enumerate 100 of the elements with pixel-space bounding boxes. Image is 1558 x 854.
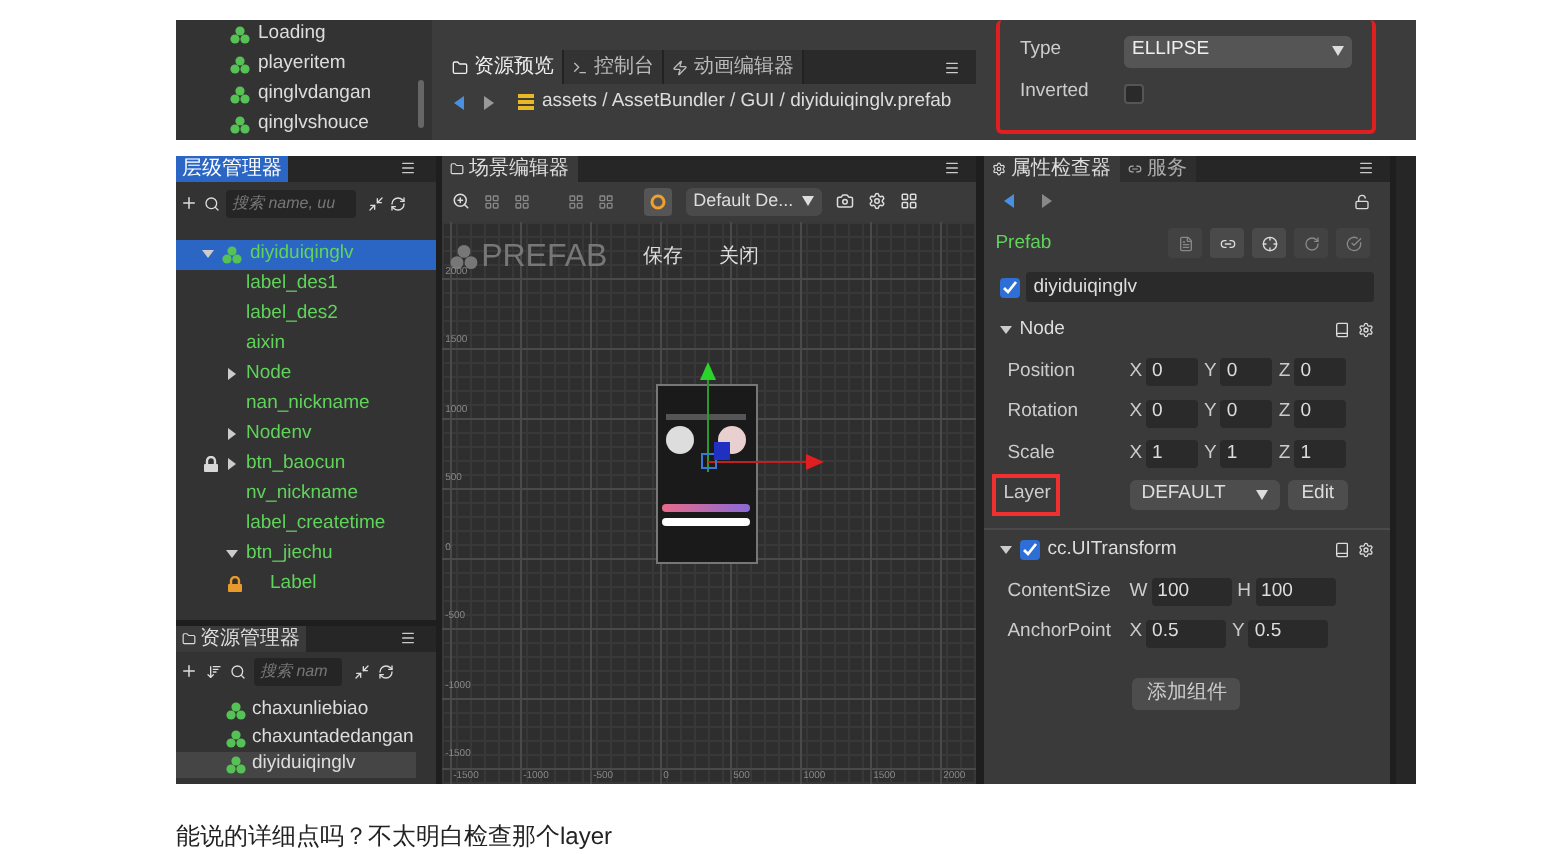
tree-item[interactable]: nan_nickname <box>176 389 436 420</box>
number-field[interactable]: 0 <box>1220 399 1273 428</box>
tree-item[interactable]: Nodenv <box>176 419 436 450</box>
menu-icon[interactable] <box>943 160 960 177</box>
asset-item[interactable]: chaxuntadedangan <box>176 724 416 752</box>
forward-arrow-icon[interactable] <box>1041 194 1052 209</box>
number-field[interactable]: 0.5 <box>1146 619 1227 648</box>
tree-item[interactable]: Node <box>176 359 436 390</box>
number-field[interactable]: 1 <box>1294 440 1347 469</box>
settings-icon[interactable] <box>1358 322 1375 339</box>
tree-item[interactable]: aixin <box>176 329 436 360</box>
number-field[interactable]: 100 <box>1151 578 1232 607</box>
number-field[interactable]: 0 <box>1294 358 1347 387</box>
number-field[interactable]: 0 <box>1146 358 1199 387</box>
add-component-button[interactable]: 添加组件 <box>1132 677 1241 710</box>
settings-icon[interactable] <box>867 192 886 211</box>
collapsed-arrow-icon[interactable] <box>226 458 238 471</box>
edit-prefab-button[interactable] <box>1168 228 1203 259</box>
menu-icon[interactable] <box>399 160 416 177</box>
refresh-icon[interactable] <box>378 663 394 680</box>
lock-icon[interactable] <box>1354 193 1371 210</box>
checkbox[interactable] <box>1019 540 1040 561</box>
move-gizmo-drawing[interactable] <box>697 361 824 472</box>
terminal-icon <box>572 59 588 75</box>
gizmo-toggle-button[interactable] <box>643 187 672 216</box>
panel-tab[interactable]: 服务 <box>1119 155 1196 182</box>
locate-button[interactable] <box>1252 228 1287 259</box>
panel-tab[interactable]: 资源预览 <box>444 50 564 84</box>
settings-icon[interactable] <box>1358 542 1375 559</box>
collapse-icon[interactable] <box>354 663 370 680</box>
expanded-arrow-icon[interactable] <box>202 248 214 261</box>
tree-item[interactable]: Label <box>176 569 436 600</box>
number-field[interactable]: 0.5 <box>1248 619 1329 648</box>
section-title[interactable]: cc.UITransform <box>1047 536 1177 565</box>
zoom-icon[interactable] <box>451 192 470 211</box>
number-field[interactable]: 1 <box>1220 440 1273 469</box>
scene-action-link[interactable]: 保存 <box>643 242 684 273</box>
panel-tab[interactable]: 属性检查器 <box>983 155 1120 182</box>
tree-item[interactable]: qinglvdangan <box>230 79 372 110</box>
type-select[interactable]: ELLIPSE <box>1124 35 1352 67</box>
add-icon[interactable] <box>180 662 198 681</box>
search-icon[interactable] <box>230 663 246 680</box>
layout-icon[interactable] <box>899 192 918 211</box>
axis-label: X <box>1129 439 1143 468</box>
expanded-arrow-icon[interactable] <box>226 548 238 561</box>
tree-item[interactable]: label_des2 <box>176 299 436 330</box>
menu-icon[interactable] <box>944 59 960 75</box>
tree-item[interactable]: btn_jiechu <box>176 539 436 570</box>
number-field[interactable]: 100 <box>1255 578 1336 607</box>
expanded-arrow-icon[interactable] <box>999 324 1012 337</box>
link-icon <box>1219 235 1236 252</box>
folder-icon <box>449 161 464 176</box>
tree-item[interactable]: label_des1 <box>176 269 436 300</box>
sort-icon[interactable] <box>206 663 222 680</box>
menu-icon[interactable] <box>1358 160 1375 177</box>
tree-item[interactable]: label_createtime <box>176 509 436 540</box>
asset-item[interactable]: diyiduiqinglv <box>176 751 416 779</box>
scrollbar[interactable] <box>418 80 424 128</box>
scene-action-link[interactable]: 关闭 <box>719 242 760 273</box>
add-icon[interactable] <box>180 194 198 213</box>
edit-button[interactable]: Edit <box>1287 480 1349 511</box>
collapsed-arrow-icon[interactable] <box>226 428 238 441</box>
search-icon[interactable] <box>204 195 220 212</box>
back-arrow-icon[interactable] <box>1003 194 1014 209</box>
property-label: Position <box>1005 357 1078 386</box>
tree-item[interactable]: playeritem <box>230 49 372 80</box>
tree-item[interactable]: nv_nickname <box>176 479 436 510</box>
menu-icon[interactable] <box>399 630 416 647</box>
forward-arrow-icon[interactable] <box>484 95 494 109</box>
layer-select[interactable]: DEFAULT <box>1129 480 1280 511</box>
node-name-field[interactable]: diyiduiqinglv <box>1025 272 1375 303</box>
tree-item[interactable]: Loading <box>230 20 372 50</box>
expanded-arrow-icon[interactable] <box>999 544 1012 557</box>
axis-label: X <box>1129 357 1143 386</box>
document-icon <box>1177 235 1194 252</box>
checkbox[interactable] <box>1124 83 1144 103</box>
link-button[interactable] <box>1210 228 1245 259</box>
panel-tab[interactable]: 层级管理器 <box>176 155 288 182</box>
panel-tab[interactable]: 控制台 <box>564 50 664 84</box>
refresh-icon[interactable] <box>390 195 406 212</box>
panel-tab[interactable]: 资源管理器 <box>176 625 306 652</box>
checkbox[interactable] <box>999 277 1020 298</box>
back-arrow-icon[interactable] <box>454 95 464 109</box>
number-field[interactable]: 0 <box>1146 399 1199 428</box>
lock-icon[interactable] <box>204 456 218 473</box>
number-field[interactable]: 0 <box>1294 399 1347 428</box>
panel-tab[interactable]: 动画编辑器 <box>664 50 804 84</box>
tree-item[interactable]: qinglvshouce <box>230 109 372 140</box>
apply-button[interactable] <box>1336 228 1371 259</box>
device-select[interactable]: Default De... <box>685 187 822 216</box>
camera-icon[interactable] <box>835 192 854 211</box>
section-title[interactable]: Node <box>1019 316 1065 345</box>
number-field[interactable]: 1 <box>1146 440 1199 469</box>
number-field[interactable]: 0 <box>1220 358 1273 387</box>
panel-tab[interactable]: 场景编辑器 <box>441 155 578 182</box>
tree-item[interactable]: btn_baocun <box>176 449 436 480</box>
collapse-icon[interactable] <box>368 195 384 212</box>
asset-item[interactable]: chaxunliebiao <box>176 697 416 725</box>
lock-icon[interactable] <box>228 576 242 593</box>
collapsed-arrow-icon[interactable] <box>226 368 238 381</box>
